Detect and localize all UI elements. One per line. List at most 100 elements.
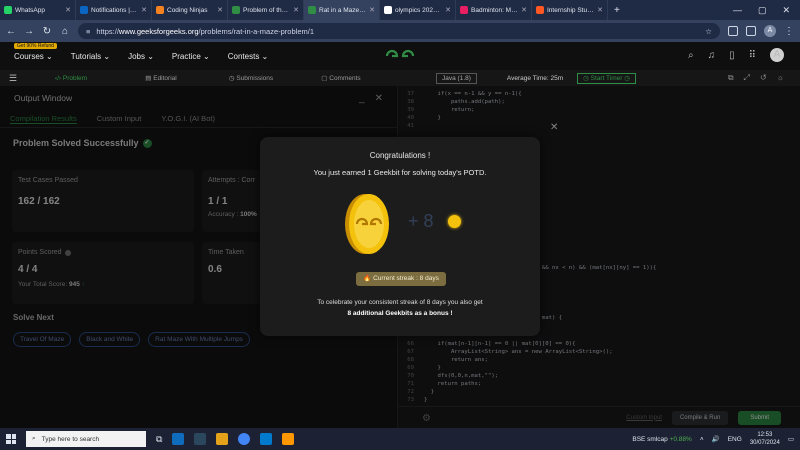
tab-favicon-icon <box>384 6 392 14</box>
tab-editorial[interactable]: ▤ Editorial <box>116 74 206 82</box>
browser-tab[interactable]: Internship Studio ✕ <box>532 0 608 20</box>
notification-bell-icon[interactable]: ♫ <box>708 50 716 61</box>
clock[interactable]: 12:53 30/07/2024 <box>750 431 780 447</box>
close-tab-icon[interactable]: ✕ <box>65 6 71 14</box>
window-controls: — ▢ ✕ <box>733 5 800 16</box>
tab-problem[interactable]: ‹/› Problem <box>26 75 116 82</box>
edge-icon[interactable] <box>172 433 185 445</box>
windows-start-icon[interactable] <box>6 434 16 444</box>
maximize-button[interactable]: ▢ <box>758 5 767 16</box>
geekbit-illustration: + 8 <box>344 193 461 257</box>
close-window-button[interactable]: ✕ <box>782 5 790 16</box>
back-arrow-icon[interactable]: ← <box>6 26 16 37</box>
stock-widget[interactable]: BSE smlcap +0.88% <box>632 436 691 443</box>
search-icon: ⌕ <box>32 435 36 442</box>
menu-tutorials[interactable]: Tutorials ⌄ <box>71 52 110 61</box>
tab-title: Problem of the Da <box>243 6 290 14</box>
browser-menu-icon[interactable]: ⋮ <box>784 26 794 37</box>
fullscreen-icon[interactable]: ⤢ <box>744 73 750 83</box>
tab-favicon-icon <box>536 6 544 14</box>
system-tray: BSE smlcap +0.88% ˄ 🔊 ENG 12:53 30/07/20… <box>632 431 794 447</box>
close-tab-icon[interactable]: ✕ <box>445 6 451 14</box>
bookmark-icon[interactable]: ▯ <box>729 50 735 61</box>
language-indicator[interactable]: ENG <box>728 436 742 443</box>
browser-tab[interactable]: olympics 2024 sch✕ <box>380 0 456 20</box>
browser-tab-strip: WhatsApp ✕ Notifications | Lin ✕ Coding Ninj… <box>0 0 800 20</box>
tab-title: WhatsApp <box>15 6 45 14</box>
extensions-icon[interactable] <box>728 26 738 36</box>
url-path: /problems/rat-in-a-maze-problem/1 <box>198 26 314 36</box>
hamburger-menu-icon[interactable]: ☰ <box>0 73 26 84</box>
steam-icon[interactable] <box>194 433 207 445</box>
tab-comments[interactable]: ▢ Comments <box>296 74 386 82</box>
modal-subtitle: You just earned 1 Geekbit for solving to… <box>313 168 487 177</box>
notifications-icon[interactable]: ▭ <box>788 435 794 443</box>
menu-practice[interactable]: Practice ⌄ <box>172 52 210 61</box>
average-time: Average Time: 25m <box>506 74 564 82</box>
streak-badge: 🔥 Current streak : 8 days <box>356 272 446 286</box>
tab-title: Coding Ninjas <box>167 6 208 14</box>
gfg-logo[interactable] <box>384 48 416 64</box>
congratulations-modal: Congratulations ! You just earned 1 Geek… <box>260 137 540 336</box>
chrome-icon[interactable] <box>238 433 251 445</box>
copy-icon[interactable]: ⧉ <box>728 73 734 83</box>
tab-submissions[interactable]: ◷ Submissions <box>206 74 296 82</box>
tab-title: olympics 2024 sch <box>395 6 442 14</box>
sublime-icon[interactable] <box>282 433 295 445</box>
browser-tab[interactable]: Rat in a Maze Prol✕ <box>304 0 380 20</box>
browser-tab[interactable]: Notifications | Lin ✕ <box>76 0 152 20</box>
home-icon[interactable]: ⌂ <box>60 26 70 37</box>
modal-title: Congratulations ! <box>369 151 431 160</box>
browser-tab[interactable]: Coding Ninjas ✕ <box>152 0 228 20</box>
menu-courses[interactable]: Get 90% Refund Courses ⌄ <box>14 42 57 61</box>
browser-profile-avatar[interactable]: A <box>764 25 776 37</box>
minimize-button[interactable]: — <box>733 5 742 16</box>
tab-title: Badminton: Men's <box>471 6 519 14</box>
start-timer-button[interactable]: ◷ Start Timer ◷ <box>577 72 636 84</box>
tab-favicon-icon <box>460 6 468 14</box>
search-icon[interactable]: ⌕ <box>688 50 694 61</box>
close-tab-icon[interactable]: ✕ <box>521 6 527 14</box>
tab-title: Rat in a Maze Prol <box>319 6 366 14</box>
browser-tab[interactable]: Badminton: Men's ✕ <box>456 0 532 20</box>
volume-icon[interactable]: 🔊 <box>712 435 720 443</box>
close-tab-icon[interactable]: ✕ <box>293 6 299 14</box>
tab-title: Notifications | Lin <box>91 6 139 14</box>
file-explorer-icon[interactable] <box>216 433 229 445</box>
bookmark-star-icon[interactable]: ☆ <box>705 27 712 36</box>
user-avatar[interactable]: A <box>770 48 784 62</box>
close-tab-icon[interactable]: ✕ <box>217 6 223 14</box>
language-select[interactable]: Java (1.8) <box>436 72 477 84</box>
tab-favicon-icon <box>232 6 240 14</box>
menu-jobs[interactable]: Jobs ⌄ <box>128 52 154 61</box>
taskbar-search[interactable]: ⌕ Type here to search <box>26 431 146 447</box>
browser-tab[interactable]: WhatsApp ✕ <box>0 0 76 20</box>
close-tab-icon[interactable]: ✕ <box>141 6 147 14</box>
reload-icon[interactable]: ↻ <box>42 26 52 37</box>
vscode-icon[interactable] <box>260 433 273 445</box>
site-info-icon[interactable]: ≡ <box>86 27 90 36</box>
task-view-icon[interactable]: ⧉ <box>156 434 162 445</box>
refund-badge: Get 90% Refund <box>14 42 57 49</box>
tray-chevron-icon[interactable]: ˄ <box>700 436 704 443</box>
browser-tab[interactable]: Problem of the Da✕ <box>228 0 304 20</box>
bonus-count: + 8 <box>408 211 434 231</box>
geekbit-coin-icon <box>345 194 389 254</box>
gfg-header: Get 90% Refund Courses ⌄ Tutorials ⌄ Job… <box>0 42 800 70</box>
tab-favicon-icon <box>80 6 88 14</box>
new-tab-button[interactable]: + <box>608 5 626 16</box>
close-tab-icon[interactable]: ✕ <box>369 6 375 14</box>
reset-icon[interactable]: ↺ <box>760 73 767 83</box>
url-field[interactable]: ≡ https://www.geeksforgeeks.org/problems… <box>78 23 720 39</box>
apps-grid-icon[interactable]: ⠿ <box>749 50 756 61</box>
problem-subheader: ☰ ‹/› Problem ▤ Editorial ◷ Submissions … <box>0 70 800 86</box>
menu-contests[interactable]: Contests ⌄ <box>228 52 269 61</box>
url-scheme: https:// <box>96 26 119 36</box>
sidebar-icon[interactable] <box>746 26 756 36</box>
url-host: www.geeksforgeeks.org <box>118 26 199 36</box>
theme-icon[interactable]: ☼ <box>777 73 784 83</box>
tab-favicon-icon <box>4 6 12 14</box>
close-tab-icon[interactable]: ✕ <box>597 6 603 14</box>
forward-arrow-icon[interactable]: → <box>24 26 34 37</box>
modal-description: To celebrate your consistent streak of 8… <box>317 299 483 317</box>
